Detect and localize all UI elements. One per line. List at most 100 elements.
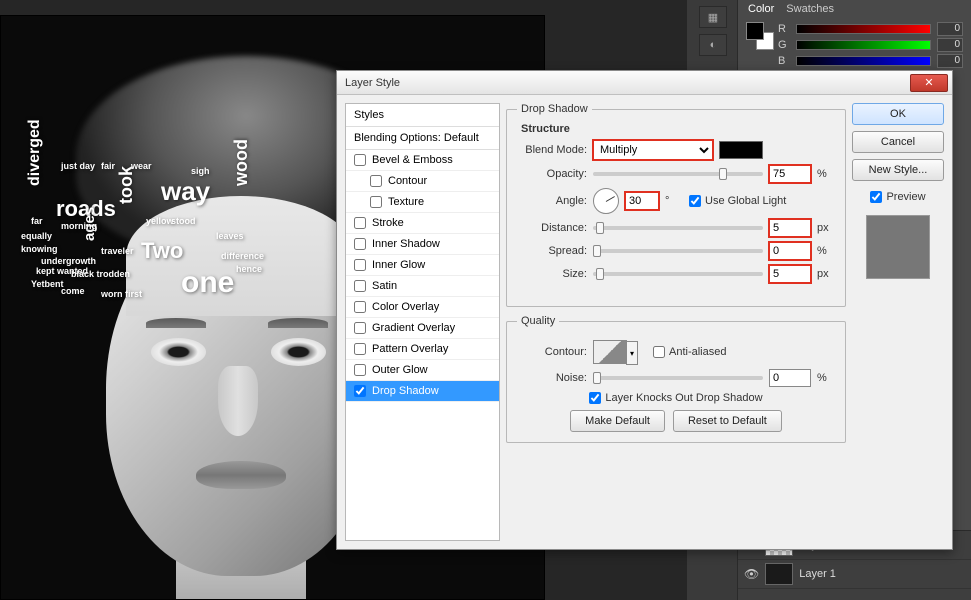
adjustments-icon[interactable]: ◐ bbox=[699, 34, 727, 56]
layer-thumbnail[interactable] bbox=[765, 563, 793, 585]
style-checkbox[interactable] bbox=[354, 301, 366, 313]
angle-dial[interactable] bbox=[593, 188, 619, 214]
style-settings: Drop Shadow Structure Blend Mode: Multip… bbox=[506, 103, 846, 541]
style-item-bevel[interactable]: Bevel & Emboss bbox=[346, 150, 499, 171]
style-checkbox[interactable] bbox=[354, 217, 366, 229]
r-label: R bbox=[778, 23, 790, 35]
style-label: Drop Shadow bbox=[372, 385, 439, 397]
angle-input[interactable] bbox=[625, 192, 659, 210]
style-checkbox[interactable] bbox=[370, 175, 382, 187]
style-label: Bevel & Emboss bbox=[372, 154, 453, 166]
style-checkbox[interactable] bbox=[354, 238, 366, 250]
style-checkbox[interactable] bbox=[354, 385, 366, 397]
ok-button[interactable]: OK bbox=[852, 103, 944, 125]
foreground-color-swatch[interactable] bbox=[746, 22, 764, 40]
g-value[interactable]: 0 bbox=[937, 38, 963, 52]
style-checkbox[interactable] bbox=[370, 196, 382, 208]
style-item-color-overlay[interactable]: Color Overlay bbox=[346, 297, 499, 318]
style-item-gradient-overlay[interactable]: Gradient Overlay bbox=[346, 318, 499, 339]
opacity-input[interactable] bbox=[769, 165, 811, 183]
unit-percent: % bbox=[817, 372, 835, 384]
close-button[interactable]: ✕ bbox=[910, 74, 948, 92]
tab-color[interactable]: Color bbox=[748, 3, 774, 15]
make-default-button[interactable]: Make Default bbox=[570, 410, 665, 432]
style-checkbox[interactable] bbox=[354, 343, 366, 355]
dialog-right-column: OK Cancel New Style... Preview bbox=[852, 103, 944, 541]
chevron-down-icon[interactable]: ▾ bbox=[626, 341, 638, 365]
contour-label: Contour: bbox=[517, 346, 587, 358]
tab-swatches[interactable]: Swatches bbox=[786, 3, 834, 15]
unit-percent: % bbox=[817, 245, 835, 257]
style-label: Pattern Overlay bbox=[372, 343, 448, 355]
b-slider[interactable] bbox=[796, 56, 931, 66]
b-value[interactable]: 0 bbox=[937, 54, 963, 68]
foreground-background-swatch[interactable] bbox=[746, 22, 774, 50]
style-checkbox[interactable] bbox=[354, 259, 366, 271]
color-panel-tabs: Color Swatches bbox=[738, 0, 971, 18]
drop-shadow-fieldset: Drop Shadow Structure Blend Mode: Multip… bbox=[506, 103, 846, 307]
dialog-titlebar[interactable]: Layer Style ✕ bbox=[337, 71, 952, 95]
style-item-contour[interactable]: Contour bbox=[346, 171, 499, 192]
style-item-inner-glow[interactable]: Inner Glow bbox=[346, 255, 499, 276]
style-item-pattern-overlay[interactable]: Pattern Overlay bbox=[346, 339, 499, 360]
style-label: Inner Shadow bbox=[372, 238, 440, 250]
style-item-satin[interactable]: Satin bbox=[346, 276, 499, 297]
r-slider[interactable] bbox=[796, 24, 931, 34]
new-style-button[interactable]: New Style... bbox=[852, 159, 944, 181]
antialiased-checkbox[interactable]: Anti-aliased bbox=[653, 346, 726, 358]
distance-input[interactable] bbox=[769, 219, 811, 237]
opacity-slider[interactable] bbox=[593, 172, 763, 176]
style-checkbox[interactable] bbox=[354, 280, 366, 292]
style-item-drop-shadow[interactable]: Drop Shadow bbox=[346, 381, 499, 402]
visibility-icon[interactable]: 👁 bbox=[744, 567, 759, 581]
styles-header[interactable]: Styles bbox=[346, 104, 499, 127]
size-slider[interactable] bbox=[593, 272, 763, 276]
style-label: Color Overlay bbox=[372, 301, 439, 313]
wc-word: diverged bbox=[26, 119, 44, 186]
unit-px: px bbox=[817, 268, 835, 280]
layer-name[interactable]: Layer 1 bbox=[799, 568, 836, 580]
wc-word: far bbox=[31, 216, 43, 226]
histogram-icon[interactable]: ▦ bbox=[699, 6, 727, 28]
b-label: B bbox=[778, 55, 790, 67]
style-checkbox[interactable] bbox=[354, 364, 366, 376]
opacity-label: Opacity: bbox=[517, 168, 587, 180]
unit-percent: % bbox=[817, 168, 835, 180]
knockout-checkbox[interactable]: Layer Knocks Out Drop Shadow bbox=[589, 392, 762, 404]
noise-slider[interactable] bbox=[593, 376, 763, 380]
panel-icon-strip: ▦ ◐ bbox=[695, 2, 735, 60]
size-label: Size: bbox=[517, 268, 587, 280]
spread-input[interactable] bbox=[769, 242, 811, 260]
style-label: Contour bbox=[388, 175, 427, 187]
style-item-texture[interactable]: Texture bbox=[346, 192, 499, 213]
r-value[interactable]: 0 bbox=[937, 22, 963, 36]
noise-label: Noise: bbox=[517, 372, 587, 384]
style-label: Outer Glow bbox=[372, 364, 428, 376]
size-input[interactable] bbox=[769, 265, 811, 283]
noise-input[interactable] bbox=[769, 369, 811, 387]
style-label: Stroke bbox=[372, 217, 404, 229]
style-item-stroke[interactable]: Stroke bbox=[346, 213, 499, 234]
unit-degree: ° bbox=[665, 195, 683, 207]
style-checkbox[interactable] bbox=[354, 322, 366, 334]
style-checkbox[interactable] bbox=[354, 154, 366, 166]
dialog-title: Layer Style bbox=[341, 77, 910, 89]
preview-checkbox[interactable]: Preview bbox=[852, 191, 944, 203]
g-label: G bbox=[778, 39, 790, 51]
quality-legend: Quality bbox=[517, 315, 559, 327]
style-item-inner-shadow[interactable]: Inner Shadow bbox=[346, 234, 499, 255]
shadow-color-chip[interactable] bbox=[719, 141, 763, 159]
style-item-outer-glow[interactable]: Outer Glow bbox=[346, 360, 499, 381]
contour-picker[interactable]: ▾ bbox=[593, 340, 627, 364]
cancel-button[interactable]: Cancel bbox=[852, 131, 944, 153]
blend-mode-dropdown[interactable]: Multiply bbox=[593, 140, 713, 160]
g-slider[interactable] bbox=[796, 40, 931, 50]
structure-legend: Structure bbox=[517, 123, 574, 135]
distance-slider[interactable] bbox=[593, 226, 763, 230]
spread-slider[interactable] bbox=[593, 249, 763, 253]
blending-options-header[interactable]: Blending Options: Default bbox=[346, 127, 499, 150]
global-light-checkbox[interactable]: Use Global Light bbox=[689, 195, 786, 207]
layer-row[interactable]: 👁 Layer 1 bbox=[738, 560, 971, 589]
reset-default-button[interactable]: Reset to Default bbox=[673, 410, 782, 432]
blend-mode-label: Blend Mode: bbox=[517, 144, 587, 156]
